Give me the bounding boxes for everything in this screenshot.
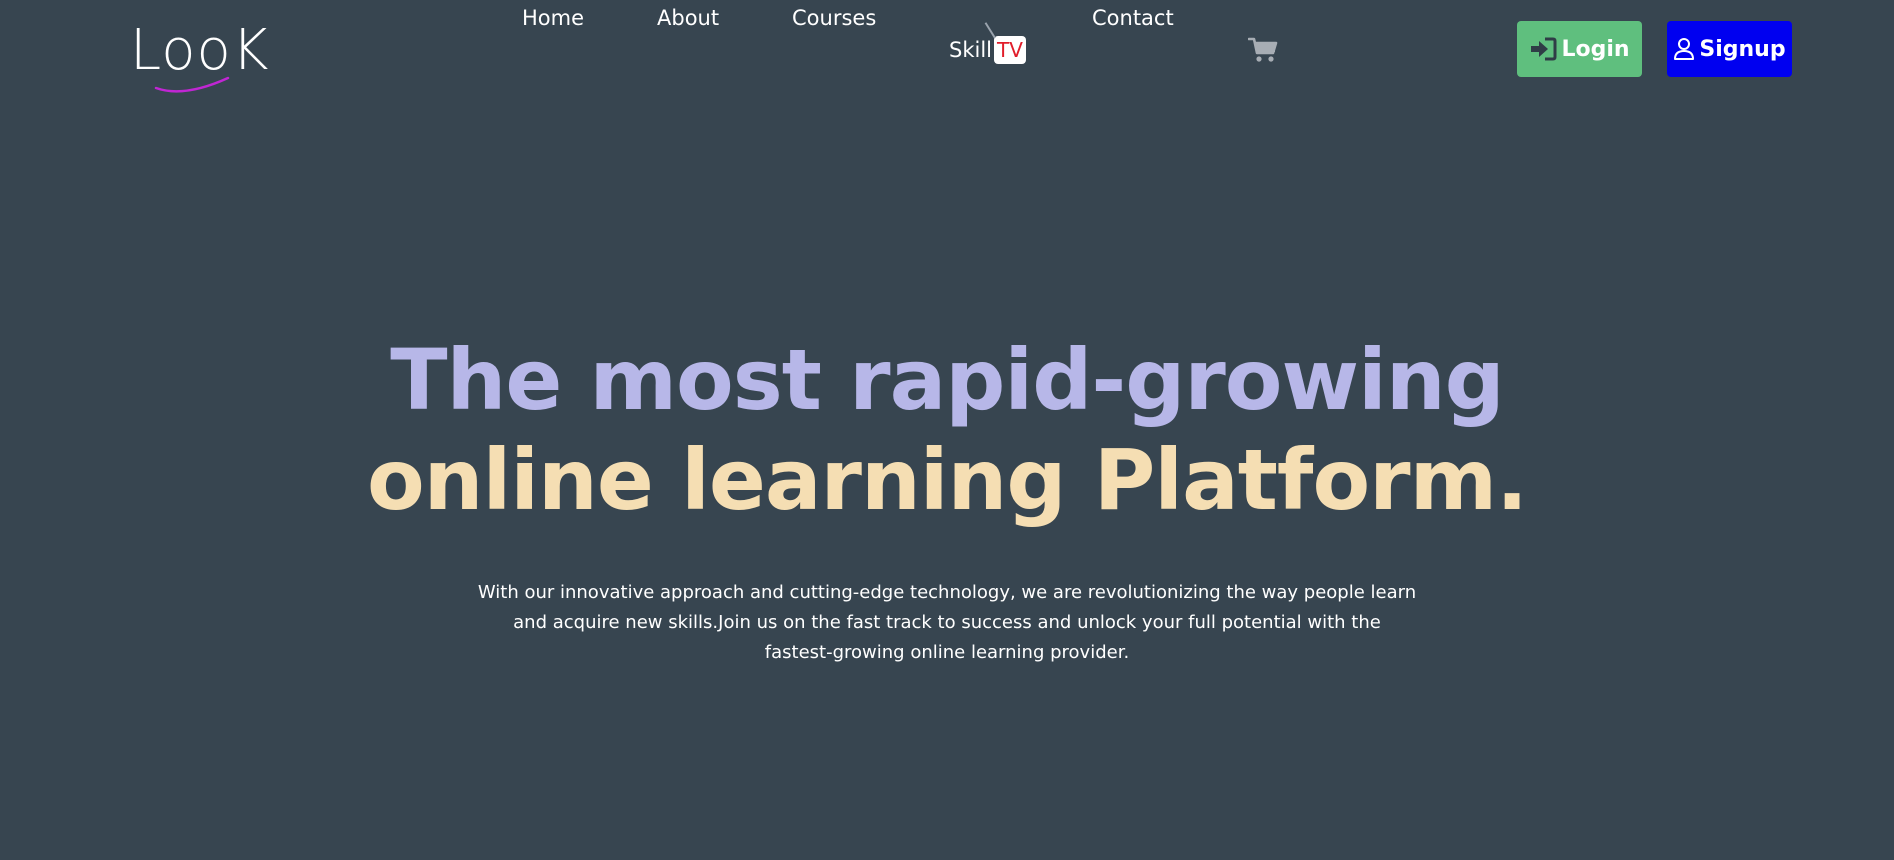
hero-section: The most rapid-growing online learning P… [0, 330, 1894, 530]
login-label: Login [1561, 36, 1630, 62]
hero-description: With our innovative approach and cutting… [477, 582, 1417, 663]
nav-contact-link[interactable]: Contact [1092, 0, 1174, 36]
tv-badge: TV [984, 22, 1026, 64]
hero-headline-line2: online learning Platform. [366, 431, 1528, 529]
nav-skilltv-link[interactable]: Skill TV [949, 22, 1026, 68]
user-icon [1673, 37, 1695, 61]
signup-label: Signup [1699, 36, 1786, 62]
shopping-cart-icon[interactable] [1247, 36, 1278, 64]
tv-badge-text: TV [997, 38, 1023, 62]
sign-in-icon [1529, 37, 1557, 61]
nav-courses-link[interactable]: Courses [792, 0, 876, 36]
brand-logo[interactable]: LooK [128, 18, 278, 98]
hero-headline-line1: The most rapid-growing [390, 331, 1505, 429]
login-button[interactable]: Login [1517, 21, 1642, 77]
signup-button[interactable]: Signup [1667, 21, 1792, 77]
nav-about-link[interactable]: About [657, 0, 719, 36]
nav-skill-word: Skill [949, 38, 992, 62]
nav-home-link[interactable]: Home [522, 0, 584, 36]
logo-swoosh-icon [154, 76, 230, 93]
